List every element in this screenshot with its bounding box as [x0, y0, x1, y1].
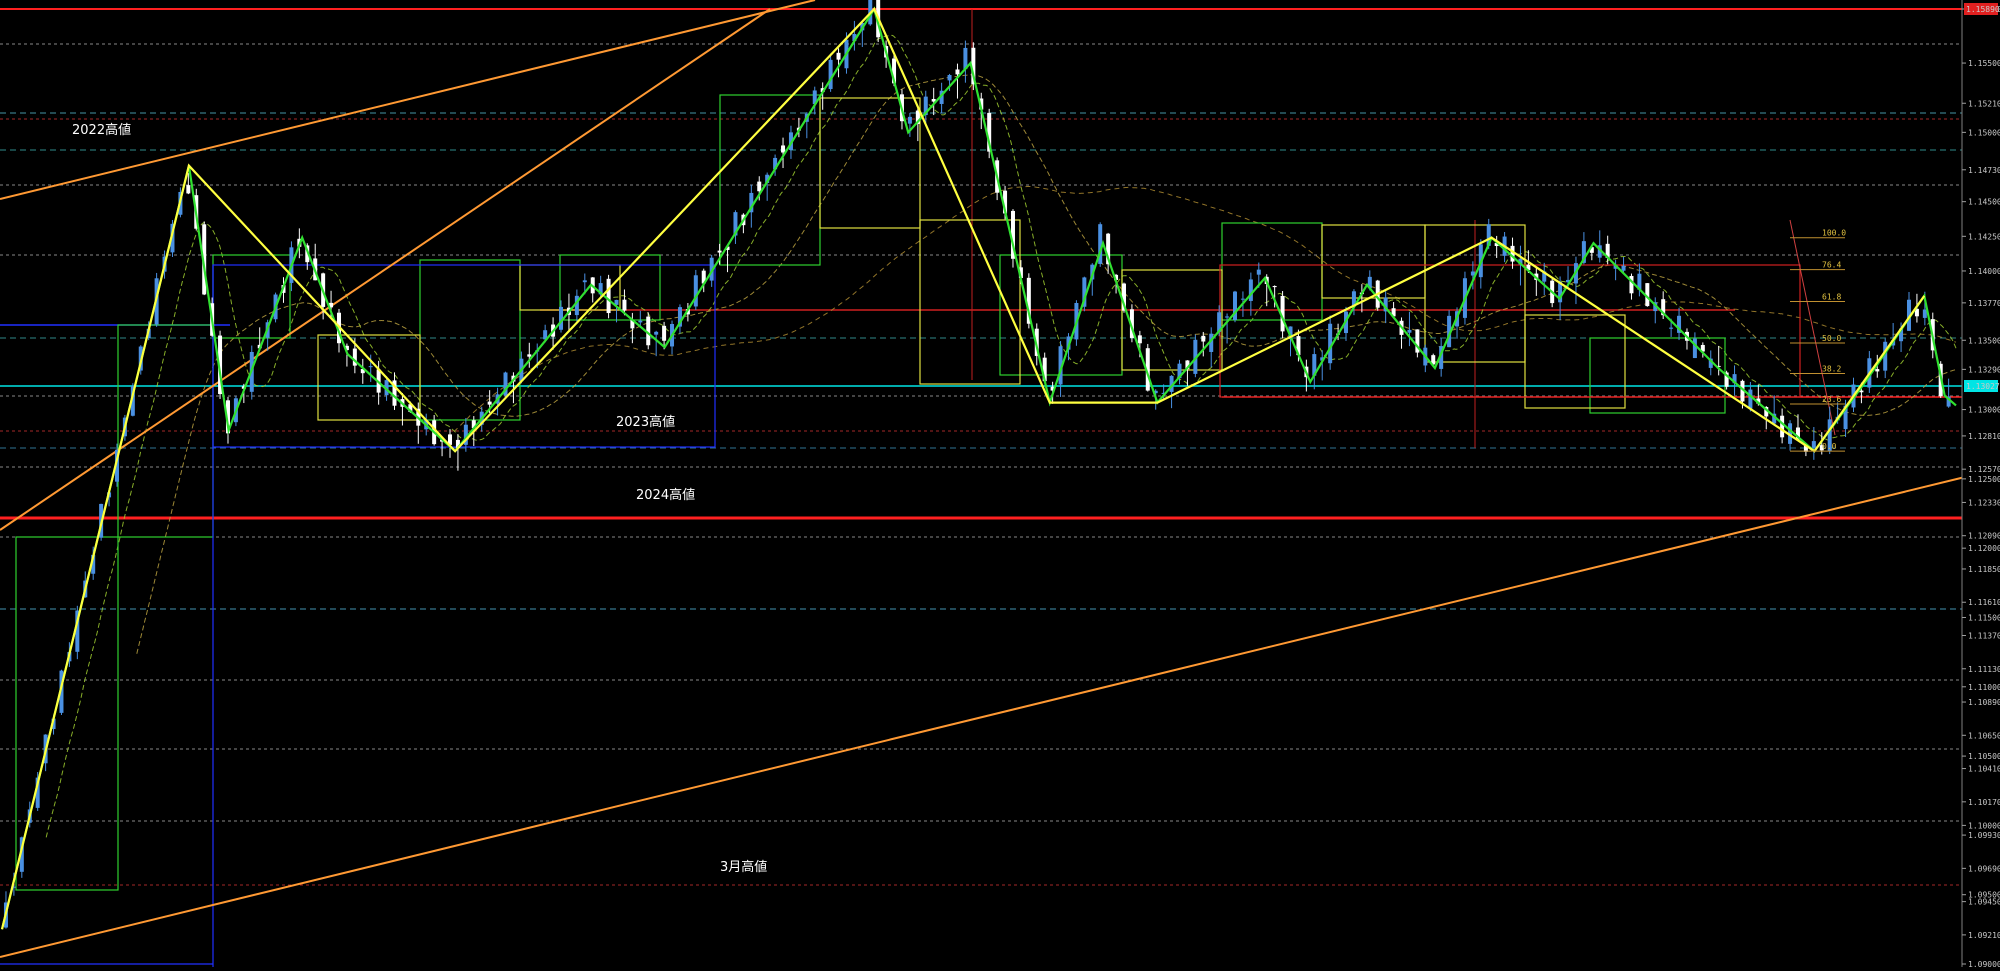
- price-tick-label-4: 1.14730: [1968, 166, 2000, 175]
- fib-label-5: 23.6: [1822, 395, 1841, 404]
- price-tick-label-21: 1.11370: [1968, 632, 2000, 641]
- candle-body: [1669, 327, 1674, 329]
- price-tick-label-13: 1.12570: [1968, 465, 2000, 474]
- fib-label-4: 38.2: [1822, 365, 1841, 374]
- annotation-label-2: 2024高値: [636, 487, 695, 503]
- price-annotations: 2022高値 2023高値 2024高値 3月高値: [72, 122, 767, 875]
- candle-body: [781, 145, 786, 153]
- candle-body: [1875, 369, 1880, 372]
- price-tick-label-22: 1.11130: [1968, 665, 2000, 674]
- upper-trend-line: [0, 0, 816, 200]
- fib-label-2: 61.8: [1822, 292, 1841, 301]
- price-tick-label-17: 1.12000: [1968, 544, 2000, 553]
- price-tick-label-33: 1.09450: [1968, 898, 2000, 907]
- candle-body: [582, 280, 587, 283]
- moving-average-0: [45, 34, 1957, 838]
- fib-label-1: 76.4: [1822, 261, 1841, 270]
- annotation-label-1: 2023高値: [616, 414, 675, 430]
- price-tick-label-2: 1.15210: [1968, 99, 2000, 108]
- yellow-range-box-1: [519, 264, 621, 311]
- candle-body: [836, 52, 841, 60]
- candle-body: [828, 59, 833, 90]
- price-chart[interactable]: 100.0 76.4 61.8 50.0 38.2 23.6 0.0 2022高値 2023高…: [0, 0, 2000, 969]
- candle-body: [638, 320, 643, 323]
- price-tick-label-11: 1.13000: [1968, 406, 2000, 415]
- price-tick-label-19: 1.11610: [1968, 598, 2000, 607]
- yellow-range-box-4: [1121, 269, 1223, 371]
- price-tick-label-24: 1.10890: [1968, 698, 2000, 707]
- candle-body: [368, 366, 373, 368]
- price-tick-label-27: 1.10410: [1968, 765, 2000, 774]
- candle-body: [1621, 265, 1626, 271]
- price-axis[interactable]: 1.15890 1.15500 1.15210 1.15000 1.14730 1.145…: [1961, 0, 2000, 969]
- candle-body: [606, 278, 611, 314]
- candle-body: [693, 275, 698, 307]
- price-tick-label-35: 1.09000: [1968, 960, 2000, 967]
- range-boxes: [0, 94, 1801, 967]
- annotation-label-0: 2022高値: [72, 122, 131, 138]
- candle-body: [527, 354, 532, 357]
- current-price-marker-label: 1.13027: [1966, 382, 2000, 391]
- fib-label-0: 100.0: [1822, 229, 1846, 238]
- candle-body: [1240, 298, 1245, 300]
- price-tick-label-7: 1.14000: [1968, 267, 2000, 276]
- price-tick-label-26: 1.10500: [1968, 752, 2000, 761]
- candle-body: [186, 185, 191, 194]
- candle-body: [1272, 286, 1277, 288]
- top-price-marker-label: 1.15890: [1966, 5, 2000, 14]
- candlestick-series: [3, 0, 1951, 929]
- candle-body: [1780, 415, 1785, 438]
- price-tick-label-10: 1.13290: [1968, 365, 2000, 374]
- candle-body: [907, 116, 912, 124]
- moving-average-lines: [45, 34, 1957, 838]
- price-tick-label-3: 1.15000: [1968, 128, 2000, 137]
- price-tick-label-23: 1.11000: [1968, 683, 2000, 692]
- price-tick-label-1: 1.15500: [1968, 59, 2000, 68]
- candle-body: [1692, 338, 1697, 359]
- price-tick-label-16: 1.12090: [1968, 532, 2000, 541]
- price-tick-label-9: 1.13500: [1968, 336, 2000, 345]
- zigzag-minor: [0, 6, 1957, 930]
- candle-body: [1748, 389, 1753, 409]
- yellow-range-box-7: [1524, 314, 1626, 409]
- price-tick-label-29: 1.10000: [1968, 821, 2000, 830]
- candle-body: [717, 250, 722, 253]
- price-tick-label-5: 1.14500: [1968, 198, 2000, 207]
- price-tick-label-20: 1.11500: [1968, 613, 2000, 622]
- candle-body: [662, 325, 667, 341]
- candle-body: [622, 299, 627, 311]
- candle-body: [1248, 279, 1253, 301]
- candle-body: [947, 75, 952, 81]
- price-tick-label-12: 1.12810: [1968, 432, 2000, 441]
- price-tick-label-18: 1.11850: [1968, 565, 2000, 574]
- yellow-range-box-0: [317, 334, 421, 421]
- zigzag-lines: [0, 6, 1957, 930]
- green-range-box-0: [15, 536, 119, 891]
- price-tick-label-6: 1.14250: [1968, 232, 2000, 241]
- fib-label-3: 50.0: [1822, 334, 1841, 343]
- price-tick-label-14: 1.12500: [1968, 475, 2000, 484]
- price-tick-label-25: 1.10650: [1968, 731, 2000, 740]
- price-tick-label-8: 1.13770: [1968, 299, 2000, 308]
- candle-body: [487, 401, 492, 405]
- price-tick-label-30: 1.09930: [1968, 831, 2000, 840]
- candle-body: [1225, 316, 1230, 318]
- candle-body: [1201, 335, 1206, 342]
- chart-canvas[interactable]: 100.0 76.4 61.8 50.0 38.2 23.6 0.0 2022高値 2023高…: [0, 0, 2000, 969]
- annotation-label-3: 3月高値: [720, 859, 767, 875]
- price-tick-label-28: 1.10170: [1968, 798, 2000, 807]
- candle-body: [1811, 441, 1816, 448]
- candle-body: [1137, 335, 1142, 344]
- candle-body: [955, 69, 960, 75]
- candle-body: [1256, 269, 1261, 275]
- price-tick-label-34: 1.09210: [1968, 931, 2000, 940]
- price-tick-label-15: 1.12330: [1968, 498, 2000, 507]
- candle-body: [1407, 329, 1412, 333]
- zigzag-major: [0, 7, 1926, 930]
- trend-lines[interactable]: [0, 0, 1966, 958]
- price-tick-label-31: 1.09690: [1968, 864, 2000, 873]
- candle-body: [757, 181, 762, 192]
- fib-label-6: 0.0: [1822, 442, 1837, 451]
- candle-body: [654, 331, 659, 335]
